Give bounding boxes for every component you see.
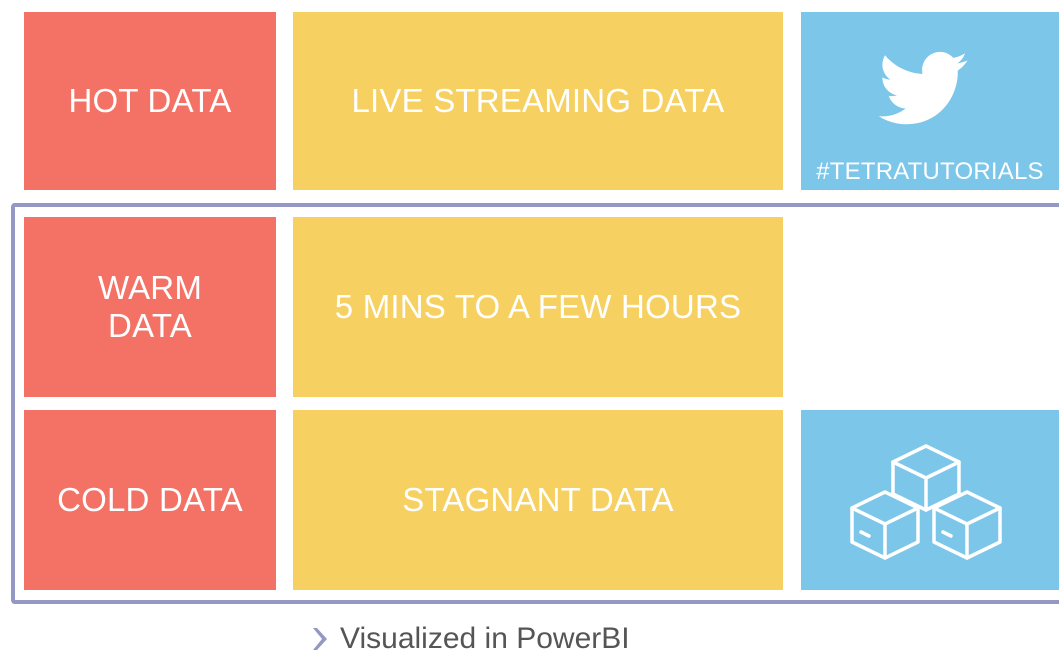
chevron-right-icon [313,628,327,650]
storage-boxes-icon [850,444,1002,560]
hot-data-description: LIVE STREAMING DATA [351,82,725,120]
warm-data-label-line2: DATA [108,307,192,344]
cold-data-description: STAGNANT DATA [402,481,674,519]
hot-data-label: HOT DATA [68,82,232,120]
live-streaming-tile: LIVE STREAMING DATA [293,12,783,190]
twitter-bird-icon [879,51,968,125]
cold-data-label: COLD DATA [57,481,243,519]
twitter-hashtag: #TETRATUTORIALS [816,158,1044,185]
twitter-tile: #TETRATUTORIALS [801,12,1059,190]
warm-duration-tile: 5 MINS TO A FEW HOURS [293,217,783,397]
footer-caption-text: Visualized in PowerBI [340,622,630,655]
storage-tile [801,410,1059,590]
warm-data-label-line1: WARM [97,269,203,307]
warm-data-tile: WARM DATA [24,217,276,397]
hot-data-tile: HOT DATA [24,12,276,190]
data-temperature-diagram: HOT DATA LIVE STREAMING DATA #TETRATUTOR… [0,0,1059,661]
stagnant-data-tile: STAGNANT DATA [293,410,783,590]
footer-caption: Visualized in PowerBI [310,617,630,661]
cold-data-tile: COLD DATA [24,410,276,590]
warm-data-description: 5 MINS TO A FEW HOURS [334,288,742,326]
